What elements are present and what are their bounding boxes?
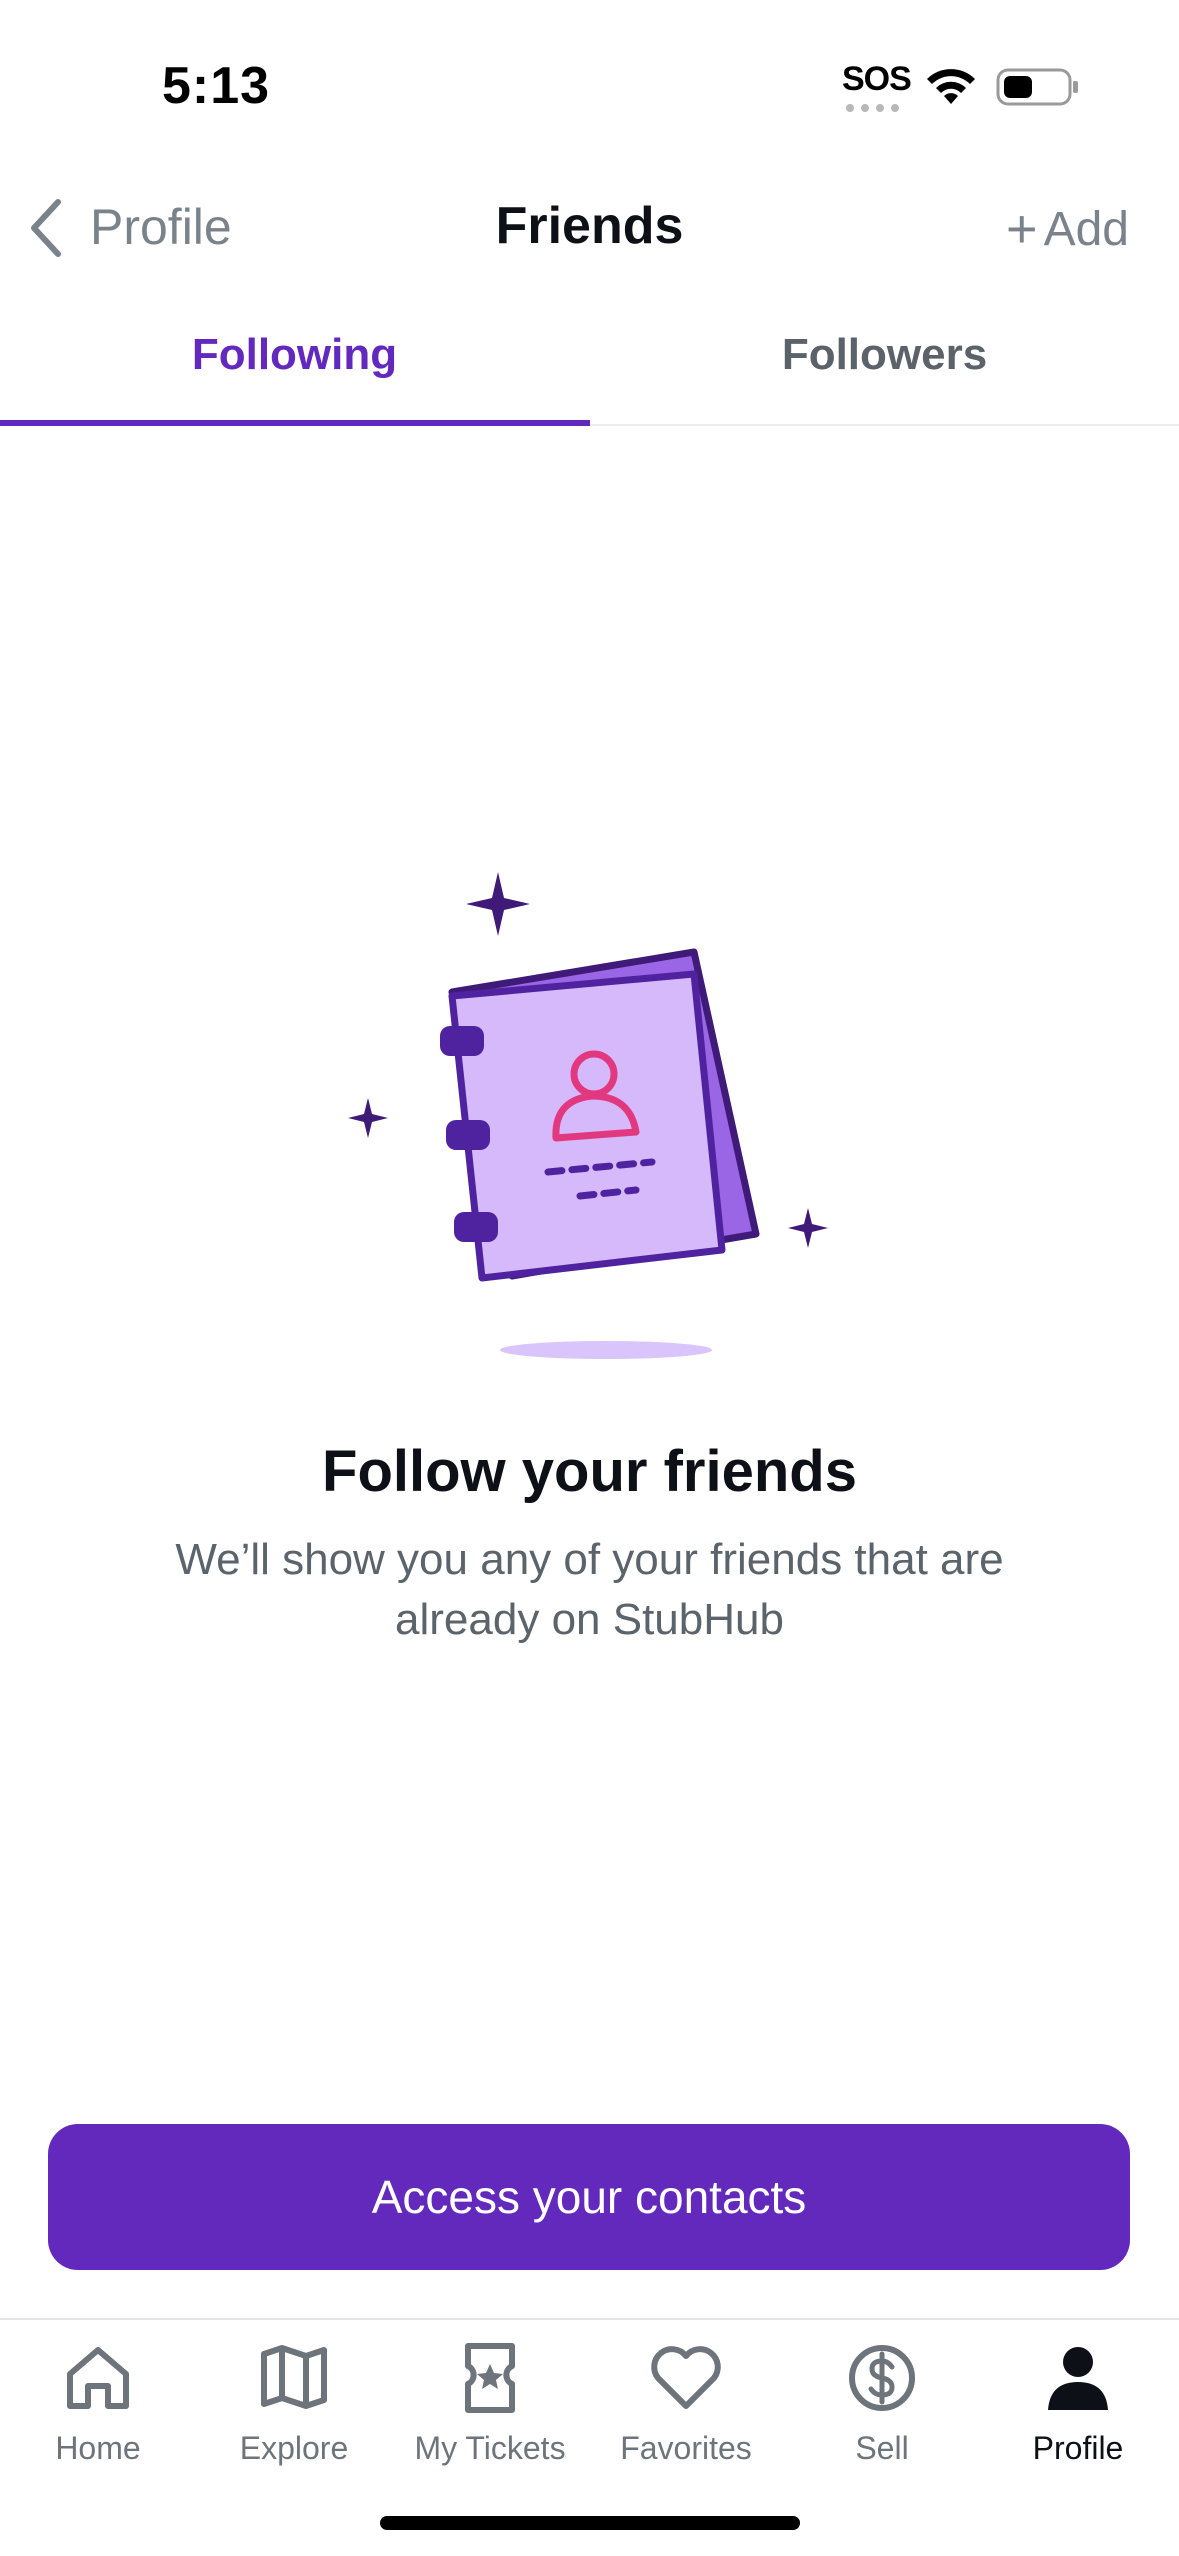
empty-state-title: Follow your friends bbox=[322, 1439, 857, 1504]
home-indicator[interactable] bbox=[380, 2516, 800, 2530]
battery-icon bbox=[996, 68, 1078, 106]
tab-bar-divider bbox=[0, 2318, 1179, 2320]
signal-dots-icon bbox=[846, 104, 899, 112]
tabbar-item-profile[interactable]: Profile bbox=[980, 2330, 1176, 2480]
tabbar-label: Profile bbox=[1032, 2430, 1124, 2466]
sparkle-icon bbox=[348, 1098, 388, 1138]
tabbar-label: My Tickets bbox=[414, 2430, 566, 2466]
plus-icon: + bbox=[1006, 199, 1038, 259]
map-icon bbox=[261, 2345, 327, 2409]
active-tab-indicator bbox=[0, 420, 590, 426]
heart-icon bbox=[651, 2346, 721, 2409]
ticket-icon bbox=[465, 2343, 515, 2413]
add-label: Add bbox=[1043, 202, 1129, 256]
home-icon bbox=[67, 2347, 129, 2409]
tabbar-item-sell[interactable]: Sell bbox=[784, 2330, 980, 2480]
tabbar-item-explore[interactable]: Explore bbox=[196, 2330, 392, 2480]
empty-state-description: We’ll show you any of your friends that … bbox=[175, 1535, 1004, 1644]
tabbar-item-my-tickets[interactable]: My Tickets bbox=[392, 2330, 588, 2480]
dollar-icon bbox=[849, 2345, 915, 2411]
tab-followers[interactable]: Followers bbox=[590, 330, 1179, 380]
sparkle-icon bbox=[788, 1208, 828, 1248]
wifi-icon bbox=[927, 69, 975, 104]
add-friend-button[interactable]: + Add bbox=[1006, 198, 1129, 260]
tabbar-label: Home bbox=[55, 2430, 141, 2466]
address-book-illustration bbox=[348, 872, 828, 1359]
page-title: Friends bbox=[495, 197, 684, 255]
tabbar-label: Favorites bbox=[620, 2430, 752, 2466]
tabbar-item-favorites[interactable]: Favorites bbox=[588, 2330, 784, 2480]
tabbar-label: Sell bbox=[855, 2430, 909, 2466]
status-time: 5:13 bbox=[162, 57, 271, 115]
tab-following[interactable]: Following bbox=[0, 330, 589, 380]
tabbar-label: Explore bbox=[239, 2430, 349, 2466]
sos-indicator: SOS bbox=[842, 60, 912, 98]
person-icon bbox=[1048, 2347, 1108, 2410]
tabbar-item-home[interactable]: Home bbox=[0, 2330, 196, 2480]
access-contacts-button[interactable]: Access your contacts bbox=[48, 2124, 1130, 2270]
sparkle-icon bbox=[466, 872, 530, 936]
